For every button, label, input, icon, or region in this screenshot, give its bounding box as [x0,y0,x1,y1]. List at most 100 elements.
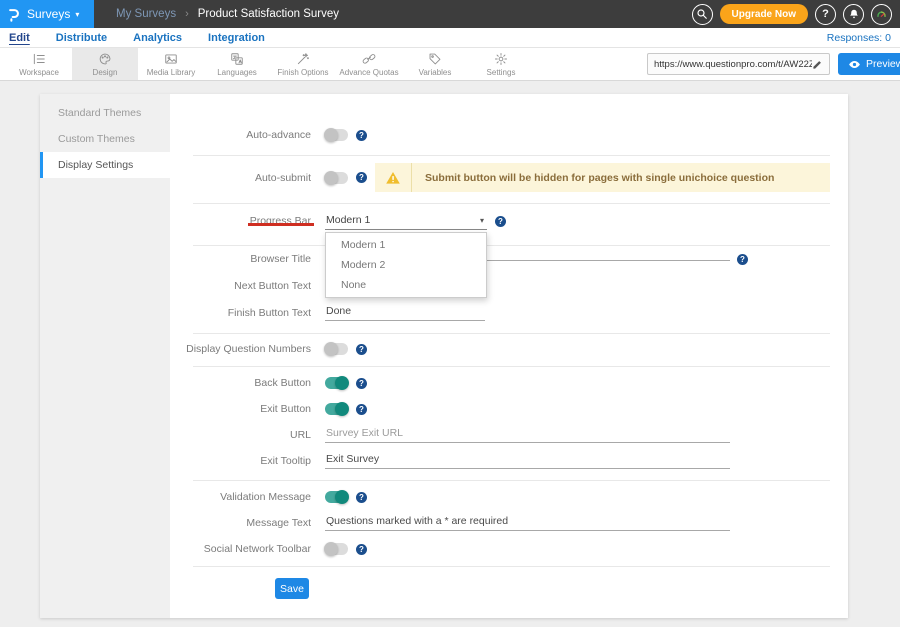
notifications-button[interactable] [843,4,864,25]
exit-tooltip-input[interactable]: Exit Survey [325,453,730,469]
validation-message-toggle[interactable] [325,491,348,503]
exit-tooltip-label: Exit Tooltip [170,455,325,467]
translate-icon [230,52,244,66]
exit-url-label: URL [170,429,325,441]
message-text-input[interactable]: Questions marked with a * are required [325,515,730,531]
toggle-knob [335,490,349,504]
display-question-numbers-label: Display Question Numbers [170,343,325,355]
breadcrumb: My Surveys › Product Satisfaction Survey [116,8,339,20]
section-divider [193,155,830,156]
toolbar-item-workspace[interactable]: Workspace [6,48,72,80]
validation-message-row: Validation Message ? [170,484,848,510]
toggle-knob [324,171,338,185]
toggle-knob [324,128,338,142]
toolbar-item-label: Media Library [147,68,195,77]
option-none[interactable]: None [326,275,486,295]
browser-title-label: Browser Title [170,253,325,265]
module-nav: Edit Distribute Analytics Integration Re… [0,28,900,48]
help-icon[interactable]: ? [356,544,367,555]
help-icon[interactable]: ? [356,378,367,389]
caret-down-icon: ▾ [75,10,79,19]
tab-distribute[interactable]: Distribute [56,32,107,44]
exit-button-toggle[interactable] [325,403,348,415]
option-modern-1[interactable]: Modern 1 [326,235,486,255]
gear-icon [494,52,508,66]
toolbar-item-advance-quotas[interactable]: Advance Quotas [336,48,402,80]
toolbar-item-languages[interactable]: Languages [204,48,270,80]
finish-button-text-input[interactable]: Done [325,305,485,321]
eye-icon [848,58,861,71]
progress-bar-label: Progress Bar [170,215,325,227]
finish-button-text-label: Finish Button Text [170,307,325,319]
section-divider [193,366,830,367]
option-modern-2[interactable]: Modern 2 [326,255,486,275]
design-settings-card: Standard Themes Custom Themes Display Se… [40,94,848,618]
survey-url-field[interactable]: https://www.questionpro.com/t/AW22Zh44 [647,53,830,75]
toolbar-item-media-library[interactable]: Media Library [138,48,204,80]
toolbar-item-design[interactable]: Design [72,48,138,80]
auto-submit-toggle[interactable] [325,172,348,184]
upgrade-now-button[interactable]: Upgrade Now [720,4,808,24]
toolbar-item-variables[interactable]: Variables [402,48,468,80]
toolbar-item-label: Variables [419,68,452,77]
save-button[interactable]: Save [275,578,309,599]
help-button[interactable]: ? [815,4,836,25]
toolbar-item-label: Design [93,68,118,77]
questionpro-logo-icon [7,7,22,22]
exit-url-input[interactable]: Survey Exit URL [325,427,730,443]
help-icon[interactable]: ? [356,404,367,415]
search-button[interactable] [692,4,713,25]
social-network-toolbar-toggle[interactable] [325,543,348,555]
app-window: Surveys ▾ My Surveys › Product Satisfact… [0,0,900,627]
back-button-toggle[interactable] [325,377,348,389]
magic-wand-icon [296,52,310,66]
browser-title-row: Browser Title ? [170,246,848,272]
display-question-numbers-toggle[interactable] [325,343,348,355]
top-bar: Surveys ▾ My Surveys › Product Satisfact… [0,0,900,28]
product-switcher[interactable]: Surveys ▾ [0,0,94,28]
design-sidebar: Standard Themes Custom Themes Display Se… [40,94,170,618]
help-icon[interactable]: ? [356,344,367,355]
toggle-knob [335,402,349,416]
toolbar-item-settings[interactable]: Settings [468,48,534,80]
help-icon[interactable]: ? [356,492,367,503]
sidebar-item-display-settings[interactable]: Display Settings [40,152,170,178]
validation-message-label: Validation Message [170,491,325,503]
search-icon [696,8,708,20]
gauge-icon [875,8,888,21]
survey-title: Product Satisfaction Survey [198,8,339,20]
toggle-knob [324,342,338,356]
responses-count[interactable]: Responses: 0 [827,32,891,44]
toolbar-item-finish-options[interactable]: Finish Options [270,48,336,80]
tab-integration[interactable]: Integration [208,32,265,44]
progress-bar-select[interactable]: Modern 1 ▾ Modern 1 Modern 2 None [325,212,487,230]
next-button-text-label: Next Button Text [170,280,325,292]
tab-edit[interactable]: Edit [9,32,30,44]
help-icon[interactable]: ? [356,130,367,141]
preview-button[interactable]: Preview [838,53,900,75]
tab-analytics[interactable]: Analytics [133,32,182,44]
help-icon[interactable]: ? [737,254,748,265]
display-settings-form: Auto-advance ? Auto-submit ? [170,94,848,618]
product-name: Surveys [27,7,70,21]
auto-advance-toggle[interactable] [325,129,348,141]
select-face[interactable]: Modern 1 ▾ [325,212,487,230]
question-mark-icon: ? [822,8,829,20]
sidebar-item-standard-themes[interactable]: Standard Themes [40,100,170,126]
palette-icon [98,52,112,66]
back-button-label: Back Button [170,377,325,389]
message-text-label: Message Text [170,517,325,529]
usage-meter-button[interactable] [871,4,892,25]
workspace-list-icon [32,52,46,66]
help-icon[interactable]: ? [495,216,506,227]
warning-triangle-icon [385,170,401,186]
display-question-numbers-row: Display Question Numbers ? [170,336,848,362]
help-icon[interactable]: ? [356,172,367,183]
section-divider [193,333,830,334]
bell-icon [848,8,860,20]
sidebar-item-custom-themes[interactable]: Custom Themes [40,126,170,152]
breadcrumb-parent[interactable]: My Surveys [116,8,176,20]
warning-icon-wrap [375,163,412,192]
message-text-row: Message Text Questions marked with a * a… [170,510,848,536]
pencil-edit-icon[interactable] [812,59,823,70]
